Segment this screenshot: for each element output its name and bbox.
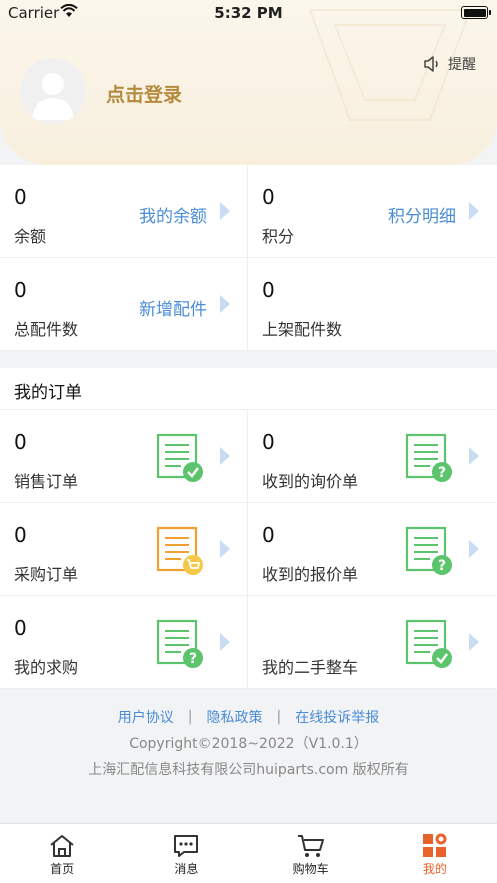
tab-messages[interactable]: 消息 (124, 824, 248, 883)
chevron-right-icon (220, 633, 230, 651)
login-link[interactable]: 点击登录 (106, 80, 182, 107)
order-label: 采购订单 (14, 565, 79, 584)
order-count: 0 (14, 616, 27, 640)
orders-section-header: 我的订单 (0, 368, 497, 410)
status-time: 5:32 PM (214, 4, 283, 22)
tab-mine[interactable]: 我的 (373, 824, 497, 883)
order-count: 0 (262, 523, 275, 547)
order-label: 我的求购 (14, 658, 79, 677)
avatar-placeholder-icon (20, 58, 86, 124)
privacy-policy-link[interactable]: 隐私政策 (207, 707, 263, 727)
account-grid: 0 余额 我的余额 0 积分 积分明细 0 总配件数 新增配件 0 上架配件数 (0, 165, 497, 351)
complaint-link[interactable]: 在线投诉举报 (295, 707, 379, 727)
message-icon (174, 835, 199, 857)
chevron-right-icon (220, 540, 230, 558)
order-cell-5[interactable]: 我的二手整车 (248, 596, 496, 689)
balance-label: 余额 (14, 227, 47, 246)
order-cell-4[interactable]: 0 我的求购? (0, 596, 248, 689)
listed-parts-label: 上架配件数 (262, 320, 343, 339)
chevron-right-icon (469, 447, 479, 465)
order-cell-1[interactable]: 0 收到的询价单? (248, 410, 496, 503)
total-parts-value: 0 (14, 278, 27, 302)
order-count: 0 (14, 430, 27, 454)
speaker-icon (424, 56, 438, 72)
listed-parts-value: 0 (262, 278, 275, 302)
points-cell[interactable]: 0 积分 积分明细 (248, 165, 496, 258)
home-icon (50, 835, 74, 857)
orders-grid: 0 销售订单 0 收到的询价单? 0 采购订单 0 收到的报价单? 0 我的求购? 我的二手整车 (0, 410, 497, 689)
cart-icon (297, 835, 324, 857)
tab-bar: 首页 消息 购物车 我的 (0, 823, 497, 883)
inquiry-icon: ? (405, 433, 452, 482)
add-parts-link[interactable]: 新增配件 (139, 295, 207, 320)
my-balance-link[interactable]: 我的余额 (139, 202, 207, 227)
footer: 用户协议 | 隐私政策 | 在线投诉举报 Copyright©2018~2022… (0, 707, 497, 779)
footer-separator: | (276, 709, 282, 725)
user-agreement-link[interactable]: 用户协议 (118, 707, 174, 727)
tab-cart-label: 购物车 (292, 862, 329, 876)
svg-text:?: ? (189, 651, 197, 667)
chevron-right-icon (469, 202, 479, 220)
tab-home[interactable]: 首页 (0, 824, 124, 883)
order-cell-0[interactable]: 0 销售订单 (0, 410, 248, 503)
status-bar: Carrier 5:32 PM (0, 0, 497, 26)
wanted-icon: ? (156, 619, 203, 668)
company-text: 上海汇配信息科技有限公司huiparts.com 版权所有 (88, 762, 409, 778)
mine-icon (422, 833, 447, 857)
svg-text:?: ? (438, 558, 446, 574)
battery-icon (461, 6, 491, 19)
order-cell-3[interactable]: 0 收到的报价单? (248, 503, 496, 596)
order-label: 我的二手整车 (262, 658, 359, 677)
order-label: 收到的询价单 (262, 472, 359, 491)
chevron-right-icon (469, 633, 479, 651)
order-label: 收到的报价单 (262, 565, 359, 584)
tab-mine-label: 我的 (422, 862, 447, 876)
chevron-right-icon (220, 295, 230, 313)
total-parts-cell[interactable]: 0 总配件数 新增配件 (0, 258, 248, 351)
balance-cell[interactable]: 0 余额 我的余额 (0, 165, 248, 258)
svg-text:?: ? (438, 465, 446, 481)
order-count: 0 (14, 523, 27, 547)
sales-order-icon (156, 433, 203, 482)
remind-label: 提醒 (448, 57, 476, 73)
total-parts-label: 总配件数 (14, 320, 79, 339)
points-label: 积分 (262, 227, 295, 246)
used-car-icon (405, 619, 452, 668)
tab-cart[interactable]: 购物车 (249, 824, 373, 883)
points-detail-link[interactable]: 积分明细 (388, 202, 456, 227)
chevron-right-icon (469, 540, 479, 558)
quotation-icon: ? (405, 526, 452, 575)
footer-separator: | (187, 709, 193, 725)
purchase-order-icon (156, 526, 203, 575)
tab-messages-label: 消息 (174, 862, 199, 876)
order-label: 销售订单 (14, 472, 79, 491)
balance-value: 0 (14, 185, 27, 209)
avatar[interactable] (20, 58, 86, 124)
order-cell-2[interactable]: 0 采购订单 (0, 503, 248, 596)
points-value: 0 (262, 185, 275, 209)
copyright-text: Copyright©2018~2022（V1.0.1） (129, 736, 368, 752)
order-count: 0 (262, 430, 275, 454)
remind-button[interactable]: 提醒 (422, 54, 476, 74)
chevron-right-icon (220, 202, 230, 220)
tab-home-label: 首页 (50, 862, 75, 876)
chevron-right-icon (220, 447, 230, 465)
orders-title: 我的订单 (14, 383, 82, 403)
listed-parts-cell[interactable]: 0 上架配件数 (248, 258, 496, 351)
